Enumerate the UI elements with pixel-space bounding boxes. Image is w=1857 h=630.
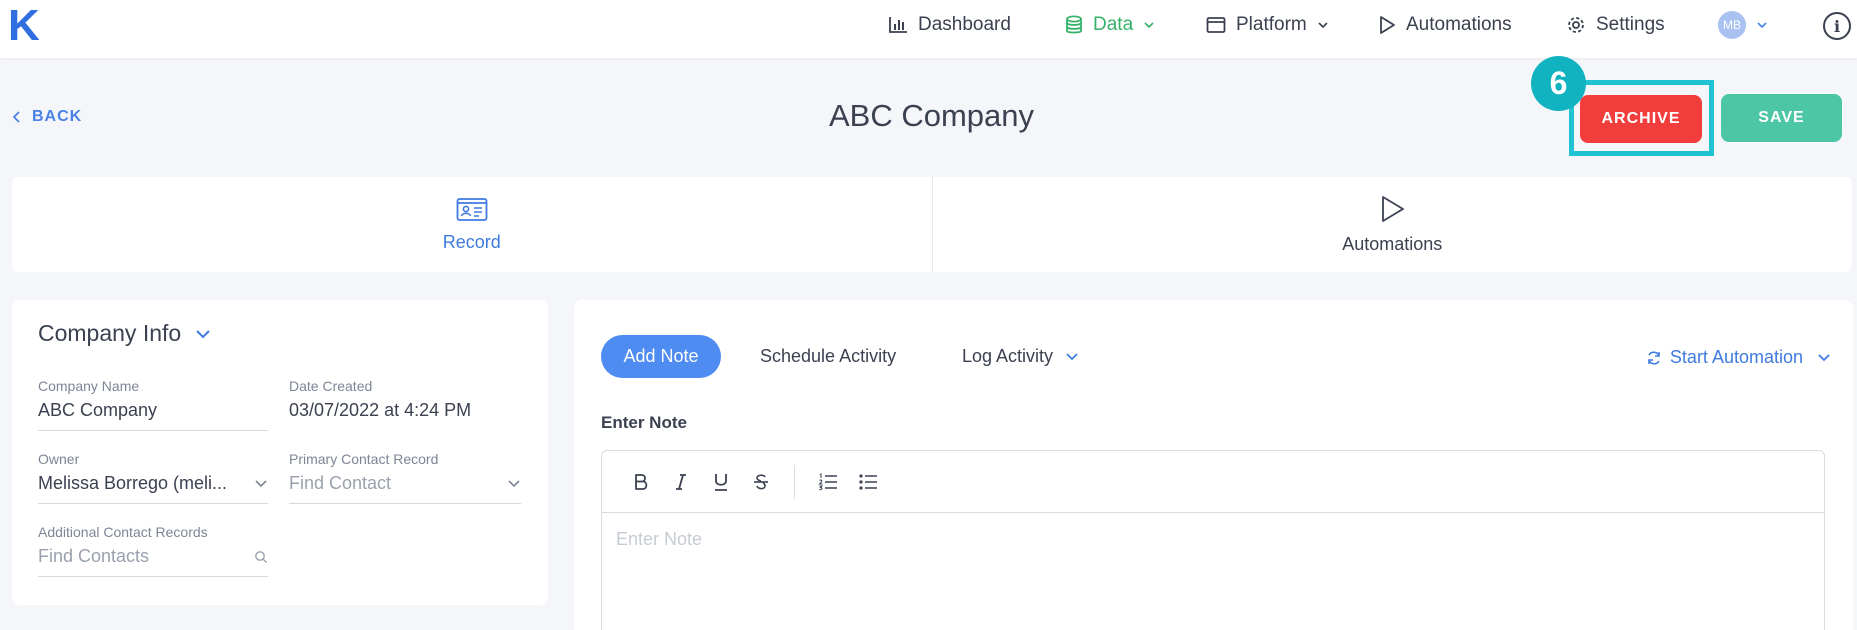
bar-chart-icon	[889, 17, 907, 33]
primary-contact-label: Primary Contact Record	[289, 451, 439, 467]
search-icon	[255, 550, 267, 563]
user-menu[interactable]: MB	[1718, 11, 1768, 39]
step-number-badge: 6	[1531, 56, 1586, 111]
add-note-button[interactable]: Add Note	[601, 335, 721, 378]
record-tabs: Record Automations	[12, 177, 1852, 272]
play-icon	[1382, 196, 1405, 222]
bullet-list-icon	[859, 473, 877, 490]
owner-select[interactable]: Melissa Borrego (meli...	[38, 473, 268, 504]
nav-data[interactable]: Data	[1065, 12, 1155, 38]
chevron-down-icon	[1318, 22, 1328, 29]
tab-automations-label: Automations	[1342, 234, 1443, 254]
play-icon	[1380, 16, 1395, 34]
bullet-list-button[interactable]	[857, 470, 879, 494]
notes-card: Add Note Schedule Activity Log Activity …	[574, 300, 1853, 630]
database-icon	[1066, 15, 1082, 34]
additional-contacts-search[interactable]: Find Contacts	[38, 546, 268, 577]
nav-settings-label: Settings	[1596, 14, 1665, 35]
company-info-card: Company Info Company Name ABC Company Da…	[12, 300, 548, 605]
chevron-down-icon	[1144, 22, 1154, 29]
italic-button[interactable]	[670, 470, 692, 494]
company-name-field: Company Name ABC Company	[38, 378, 268, 431]
date-created-field: Date Created 03/07/2022 at 4:24 PM	[289, 378, 519, 430]
app-logo[interactable]: K	[8, 4, 40, 48]
note-textarea[interactable]: Enter Note	[602, 513, 1824, 566]
ordered-list-icon	[818, 472, 837, 490]
chevron-down-icon	[1757, 22, 1767, 29]
editor-toolbar	[602, 451, 1824, 513]
window-icon	[1206, 17, 1226, 33]
underline-button[interactable]	[710, 470, 732, 494]
log-activity-dropdown[interactable]: Log Activity	[962, 346, 1079, 367]
contact-card-icon	[456, 198, 488, 221]
archive-button[interactable]: ARCHIVE	[1580, 95, 1702, 143]
company-name-label: Company Name	[38, 378, 140, 394]
refresh-icon	[1648, 350, 1660, 365]
save-button[interactable]: SAVE	[1721, 94, 1842, 142]
nav-dashboard-label: Dashboard	[918, 14, 1011, 35]
nav-automations[interactable]: Automations	[1378, 12, 1512, 38]
note-editor: Enter Note	[601, 450, 1825, 630]
date-created-value: 03/07/2022 at 4:24 PM	[289, 400, 472, 420]
schedule-activity-button[interactable]: Schedule Activity	[760, 346, 896, 367]
nav-automations-label: Automations	[1406, 14, 1512, 35]
additional-contacts-field: Additional Contact Records Find Contacts	[38, 524, 268, 577]
gear-icon	[1568, 17, 1584, 33]
nav-data-label: Data	[1093, 14, 1134, 35]
chevron-down-icon	[1818, 353, 1830, 361]
owner-value: Melissa Borrego (meli...	[38, 473, 228, 493]
primary-contact-select[interactable]: Find Contact	[289, 473, 521, 504]
date-created-label: Date Created	[289, 378, 373, 394]
additional-contacts-label: Additional Contact Records	[38, 524, 208, 540]
strikethrough-icon	[754, 473, 768, 489]
avatar: MB	[1718, 11, 1746, 39]
enter-note-label: Enter Note	[601, 413, 687, 432]
chevron-down-icon	[255, 479, 267, 487]
nav-platform[interactable]: Platform	[1206, 12, 1329, 38]
start-automation-dropdown[interactable]: Start Automation	[1646, 347, 1831, 368]
toolbar-divider	[794, 464, 795, 499]
chevron-down-icon	[1066, 352, 1078, 360]
nav-dashboard[interactable]: Dashboard	[888, 12, 1011, 38]
log-activity-label: Log Activity	[962, 346, 1054, 366]
top-nav: K Dashboard Data Platform Automations Se…	[0, 0, 1857, 58]
owner-label: Owner	[38, 451, 80, 467]
info-icon[interactable]: i	[1823, 12, 1851, 40]
italic-icon	[676, 473, 686, 490]
bold-icon	[635, 473, 648, 490]
ordered-list-button[interactable]	[817, 470, 839, 494]
schedule-activity-label: Schedule Activity	[760, 346, 897, 366]
primary-contact-field: Primary Contact Record Find Contact	[289, 451, 521, 504]
primary-contact-placeholder: Find Contact	[289, 473, 392, 493]
strikethrough-button[interactable]	[750, 470, 772, 494]
company-info-toggle[interactable]: Company Info	[38, 320, 211, 347]
tab-automations[interactable]: Automations	[931, 177, 1853, 272]
chevron-down-icon	[196, 329, 210, 338]
underline-icon	[715, 473, 727, 491]
additional-contacts-placeholder: Find Contacts	[38, 546, 150, 566]
bold-button[interactable]	[630, 470, 652, 494]
tab-record-label: Record	[442, 232, 501, 252]
tab-record[interactable]: Record	[12, 177, 932, 272]
company-info-title: Company Info	[38, 320, 182, 346]
nav-settings[interactable]: Settings	[1566, 12, 1665, 38]
company-name-input[interactable]: ABC Company	[38, 400, 268, 431]
start-automation-label: Start Automation	[1669, 347, 1803, 367]
chevron-down-icon	[508, 479, 520, 487]
owner-field: Owner Melissa Borrego (meli...	[38, 451, 268, 504]
nav-platform-label: Platform	[1236, 14, 1307, 35]
